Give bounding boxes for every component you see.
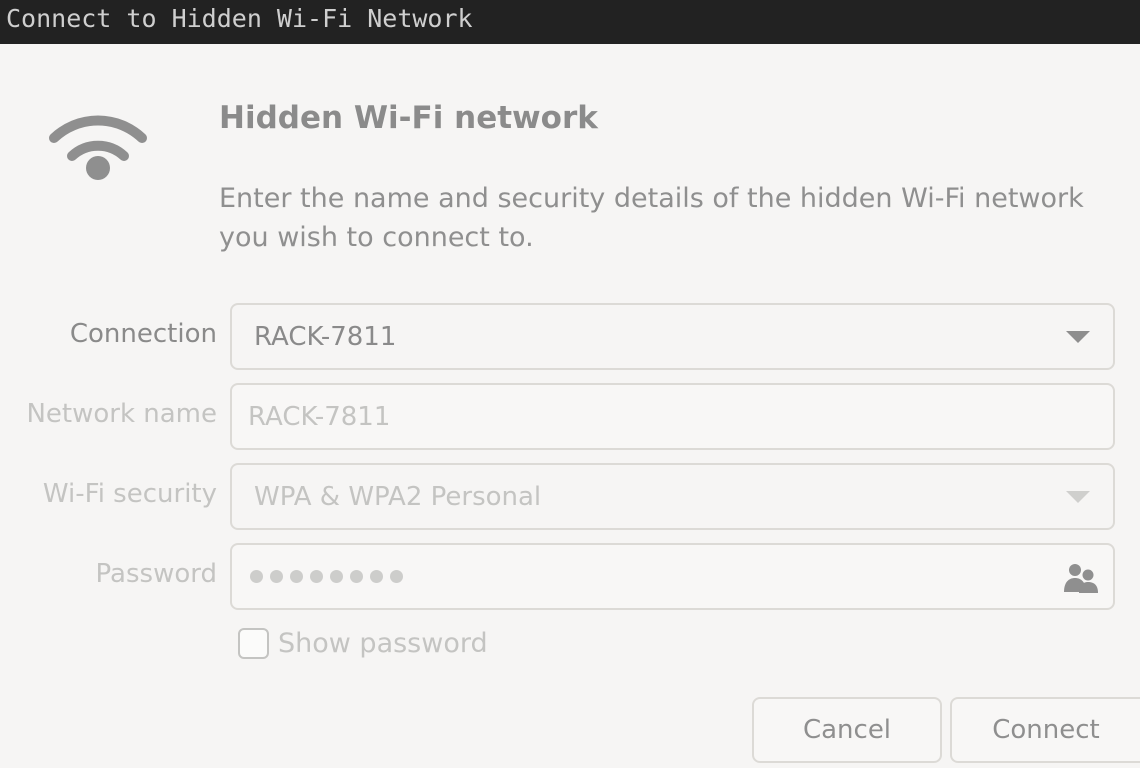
connection-dropdown[interactable]: RACK-7811 bbox=[230, 303, 1115, 370]
cancel-button[interactable]: Cancel bbox=[752, 697, 942, 763]
password-dot bbox=[370, 570, 383, 583]
password-label: Password bbox=[95, 559, 217, 589]
wifi-icon bbox=[49, 115, 147, 180]
window-title: Connect to Hidden Wi-Fi Network bbox=[0, 0, 1140, 44]
dialog-heading: Hidden Wi-Fi network bbox=[219, 100, 598, 136]
password-dot bbox=[390, 570, 403, 583]
network-name-field[interactable]: RACK-7811 bbox=[230, 383, 1115, 450]
chevron-down-icon bbox=[1066, 491, 1090, 503]
chevron-down-icon bbox=[1066, 331, 1090, 343]
password-dot bbox=[270, 570, 283, 583]
show-password-checkbox[interactable] bbox=[238, 628, 269, 659]
wifi-security-value: WPA & WPA2 Personal bbox=[254, 481, 542, 512]
wifi-security-dropdown[interactable]: WPA & WPA2 Personal bbox=[230, 463, 1115, 530]
connection-value: RACK-7811 bbox=[254, 321, 397, 352]
wifi-security-label: Wi-Fi security bbox=[42, 479, 217, 509]
password-dot bbox=[290, 570, 303, 583]
password-mask bbox=[250, 545, 403, 608]
password-dot bbox=[330, 570, 343, 583]
show-password-label[interactable]: Show password bbox=[278, 628, 488, 660]
hidden-wifi-dialog: Hidden Wi-Fi network Enter the name and … bbox=[0, 44, 1140, 768]
network-name-label: Network name bbox=[26, 399, 217, 429]
password-dot bbox=[310, 570, 323, 583]
password-field[interactable] bbox=[230, 543, 1115, 610]
users-icon[interactable] bbox=[1063, 562, 1099, 594]
dialog-description: Enter the name and security details of t… bbox=[219, 183, 1084, 253]
connection-label: Connection bbox=[69, 319, 217, 349]
connect-button[interactable]: Connect bbox=[950, 697, 1140, 763]
network-name-value: RACK-7811 bbox=[248, 401, 391, 432]
password-dot bbox=[350, 570, 363, 583]
password-dot bbox=[250, 570, 263, 583]
